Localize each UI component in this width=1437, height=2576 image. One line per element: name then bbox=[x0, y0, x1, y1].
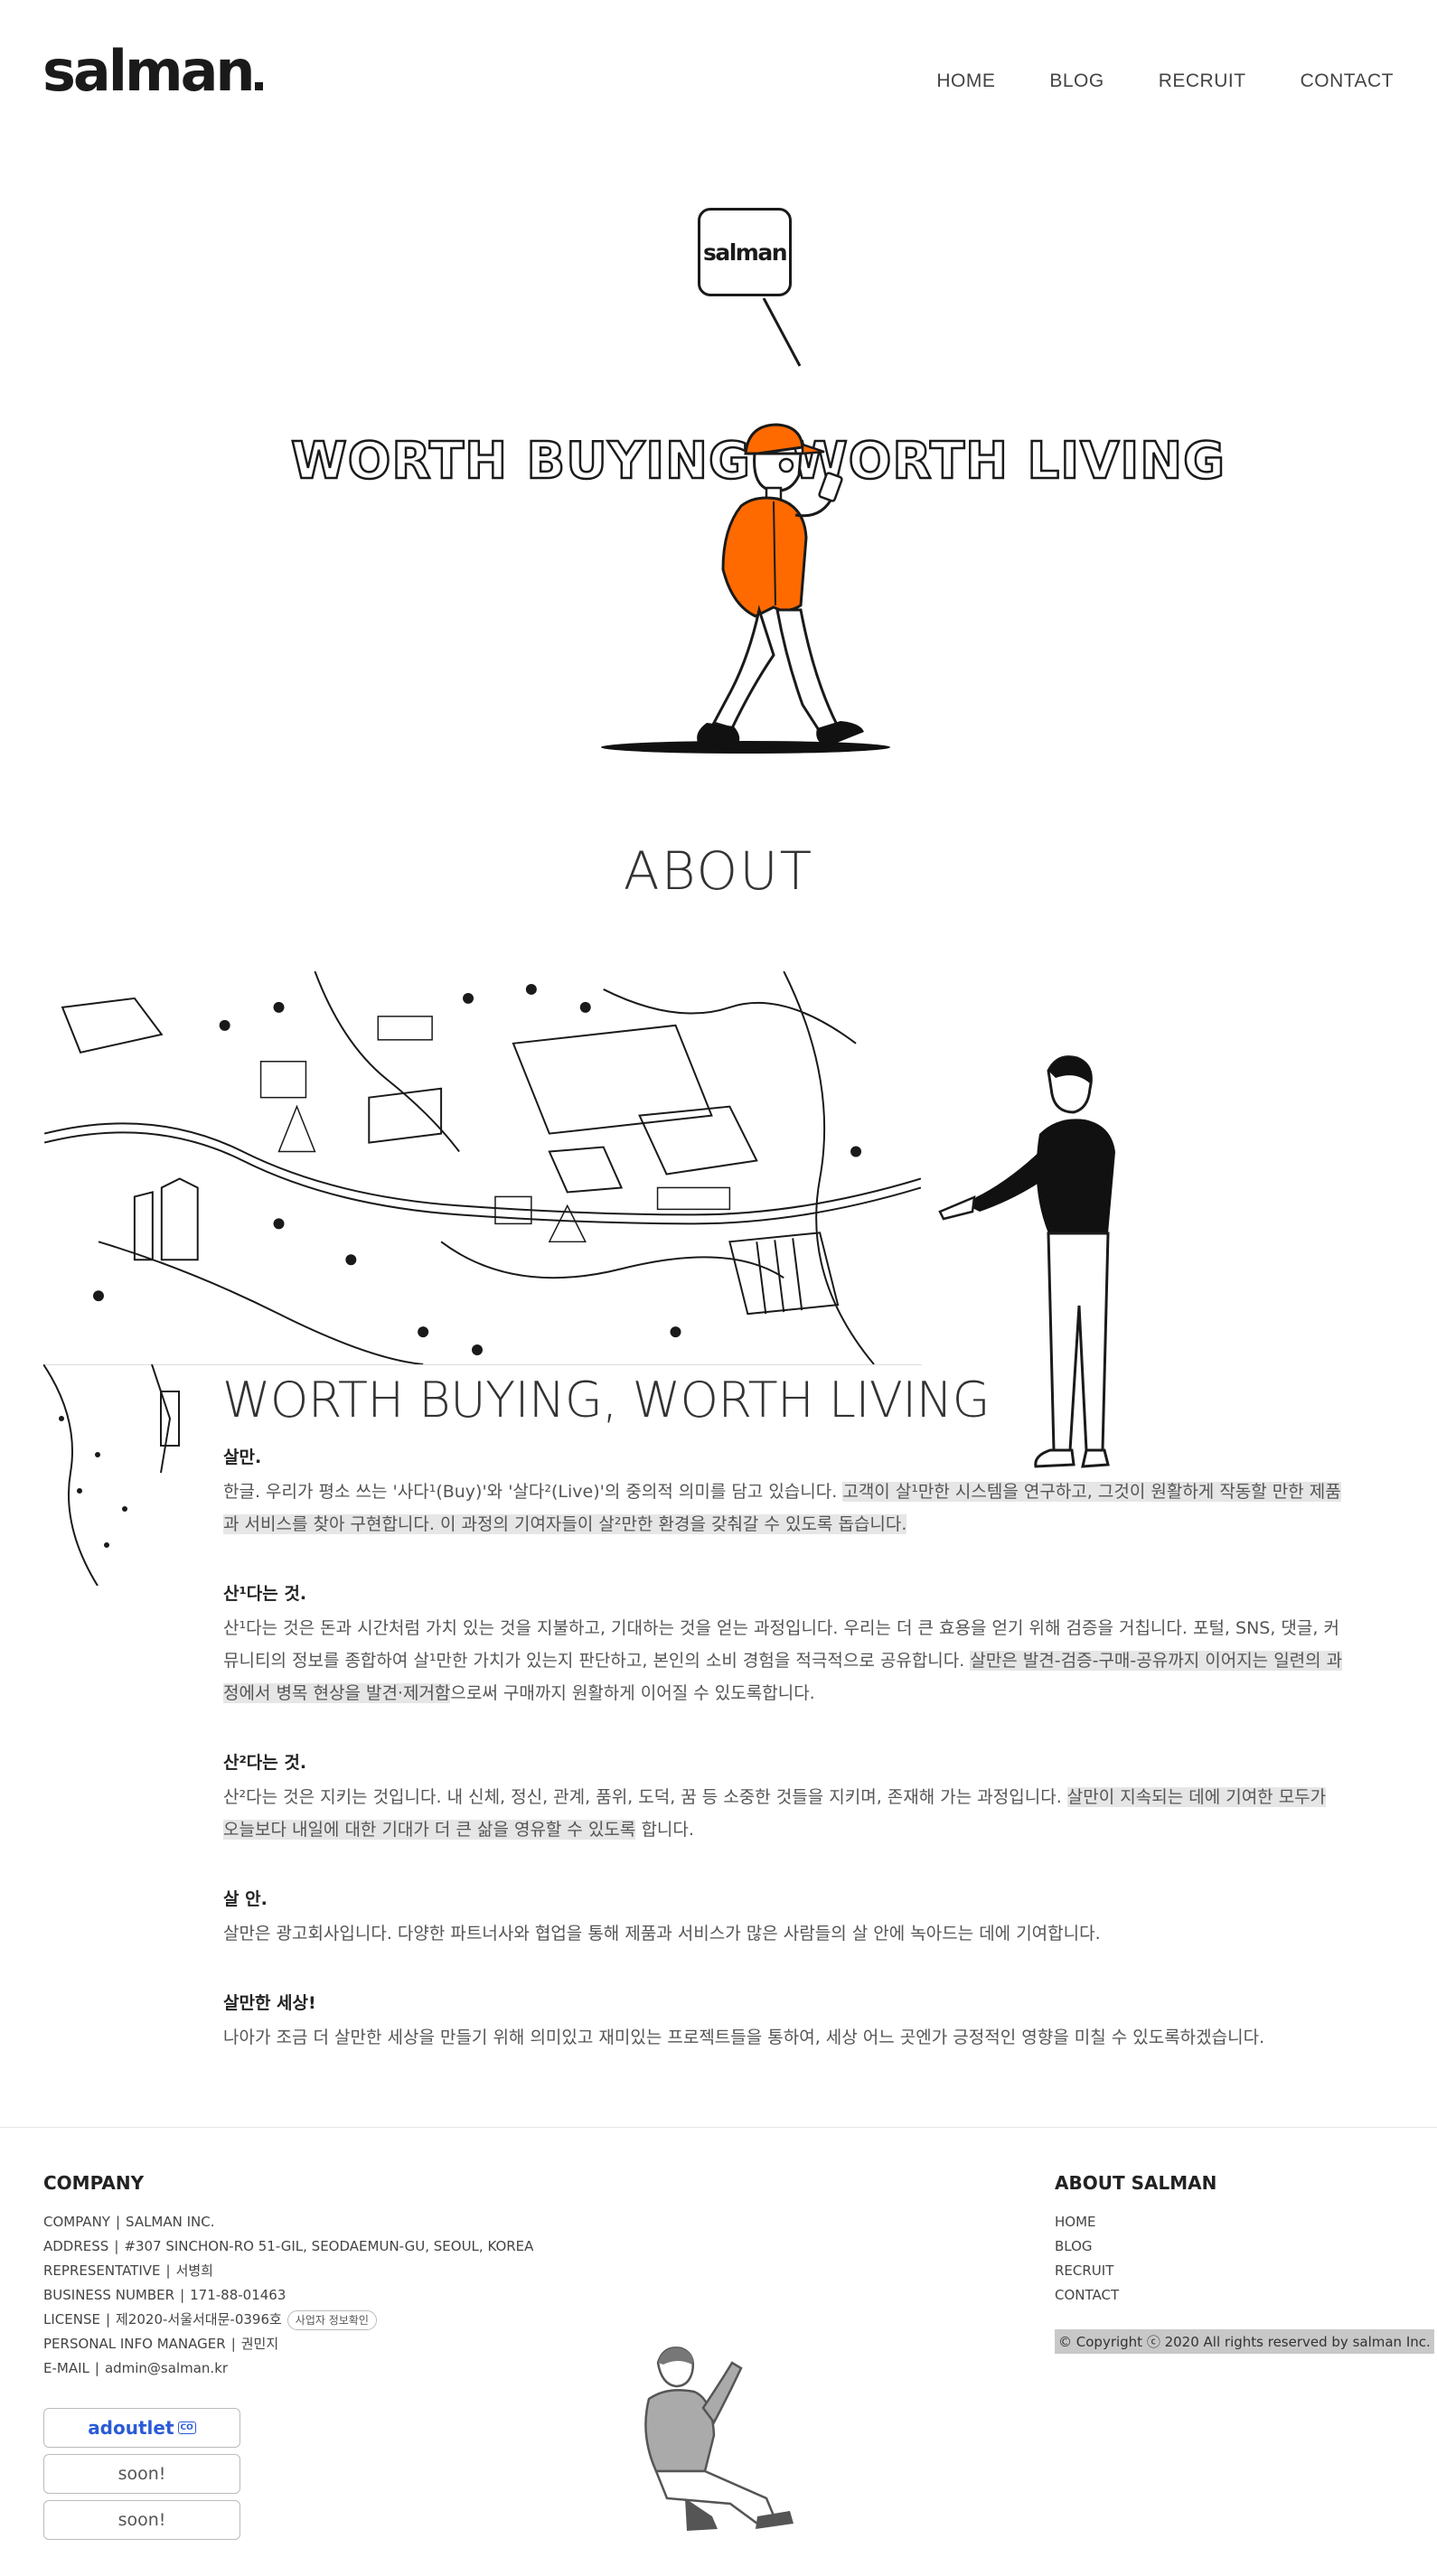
coastline-illustration bbox=[43, 1364, 180, 1586]
business-info-check-button[interactable]: 사업자 정보확인 bbox=[286, 2310, 377, 2330]
footer-link-contact[interactable]: CONTACT bbox=[1055, 2283, 1434, 2308]
site-footer: COMPANY COMPANY | SALMAN INC. ADDRESS | #307… bbox=[0, 2127, 1437, 2576]
block-heading: 살 안. bbox=[223, 1889, 268, 1909]
footer-line-license: LICENSE | 제2020-서울서대문-0396호 사업자 정보확인 bbox=[43, 2308, 533, 2332]
about-block-inside: 살 안. 살만은 광고회사입니다. 다양한 파트너사와 협업을 통해 제품과 서… bbox=[223, 1886, 1344, 1950]
about-headline: WORTH BUYING, WORTH LIVING bbox=[222, 1372, 990, 1429]
site-header: salman HOME BLOG RECRUIT CONTACT bbox=[0, 0, 1437, 117]
block-text: 한글. 우리가 평소 쓰는 '사다¹(Buy)'와 '살다²(Live)'의 중… bbox=[223, 1482, 1341, 1534]
city-map-illustration bbox=[43, 971, 922, 1365]
footer-line-company: COMPANY | SALMAN INC. bbox=[43, 2214, 215, 2230]
about-content: 살만. 한글. 우리가 평소 쓰는 '사다¹(Buy)'와 '살다²(Live)… bbox=[223, 1444, 1344, 2094]
nav-home[interactable]: HOME bbox=[936, 70, 995, 92]
footer-link-blog[interactable]: BLOG bbox=[1055, 2234, 1434, 2259]
adoutlet-button[interactable]: adoutlet CO bbox=[43, 2408, 240, 2448]
nav-contact[interactable]: CONTACT bbox=[1301, 70, 1394, 92]
footer-line-email: E-MAIL | admin@salman.kr bbox=[43, 2360, 229, 2376]
copyright-text: © Copyright ⓒ 2020 All rights reserved b… bbox=[1055, 2329, 1434, 2354]
about-block-salman: 살만. 한글. 우리가 평소 쓰는 '사다¹(Buy)'와 '살다²(Live)… bbox=[223, 1444, 1344, 1541]
block-text: 나아가 조금 더 살만한 세상을 만들기 위해 의미있고 재미있는 프로젝트들을… bbox=[223, 2028, 1265, 2047]
about-title: ABOUT bbox=[623, 840, 814, 902]
main-nav: HOME BLOG RECRUIT CONTACT bbox=[882, 70, 1394, 92]
footer-link-recruit[interactable]: RECRUIT bbox=[1055, 2259, 1434, 2283]
footer-line-representative: REPRESENTATIVE | 서병희 bbox=[43, 2262, 213, 2279]
soon-button-2[interactable]: soon! bbox=[43, 2500, 240, 2540]
sitting-man-illustration bbox=[644, 2347, 794, 2531]
footer-about: ABOUT SALMAN HOME BLOG RECRUIT CONTACT ©… bbox=[1055, 2172, 1434, 2354]
hero-section: salman WORTH BUYING WORTH LIVING bbox=[0, 181, 1437, 754]
block-heading: 살만한 세상! bbox=[223, 1993, 316, 2013]
about-block-world: 살만한 세상! 나아가 조금 더 살만한 세상을 만들기 위해 의미있고 재미있… bbox=[223, 1990, 1344, 2054]
block-text: 산¹다는 것은 돈과 시간처럼 가치 있는 것을 지불하고, 기대하는 것을 얻… bbox=[223, 1618, 1343, 1703]
about-block-buy: 산¹다는 것. 산¹다는 것은 돈과 시간처럼 가치 있는 것을 지불하고, 기… bbox=[223, 1580, 1344, 1710]
footer-line-business-number: BUSINESS NUMBER | 171-88-01463 bbox=[43, 2287, 286, 2303]
footer-line-address: ADDRESS | #307 SINCHON-RO 51-GIL, SEODAEMU… bbox=[43, 2238, 534, 2254]
about-block-live: 산²다는 것. 산²다는 것은 지키는 것입니다. 내 신체, 정신, 관계, … bbox=[223, 1749, 1344, 1846]
footer-company: COMPANY COMPANY | SALMAN INC. ADDRESS | #307… bbox=[43, 2172, 533, 2540]
salman-logo[interactable]: salman bbox=[42, 38, 263, 104]
block-heading: 산²다는 것. bbox=[223, 1753, 307, 1773]
footer-company-title: COMPANY bbox=[43, 2172, 145, 2194]
block-heading: 살만. bbox=[223, 1447, 262, 1467]
walking-man-illustration bbox=[601, 298, 890, 754]
footer-line-info-manager: PERSONAL INFO MANAGER | 권민지 bbox=[43, 2336, 279, 2352]
block-text: 산²다는 것은 지키는 것입니다. 내 신체, 정신, 관계, 품위, 도덕, … bbox=[223, 1787, 1327, 1840]
nav-recruit[interactable]: RECRUIT bbox=[1159, 70, 1246, 92]
block-heading: 산¹다는 것. bbox=[223, 1584, 307, 1604]
speech-bubble-logo: salman bbox=[698, 208, 792, 296]
block-text: 살만은 광고회사입니다. 다양한 파트너사와 협업을 통해 제품과 서비스가 많… bbox=[223, 1924, 1101, 1944]
soon-button-1[interactable]: soon! bbox=[43, 2454, 240, 2494]
footer-about-title: ABOUT SALMAN bbox=[1055, 2172, 1217, 2194]
nav-blog[interactable]: BLOG bbox=[1049, 70, 1104, 92]
footer-link-home[interactable]: HOME bbox=[1055, 2210, 1434, 2234]
